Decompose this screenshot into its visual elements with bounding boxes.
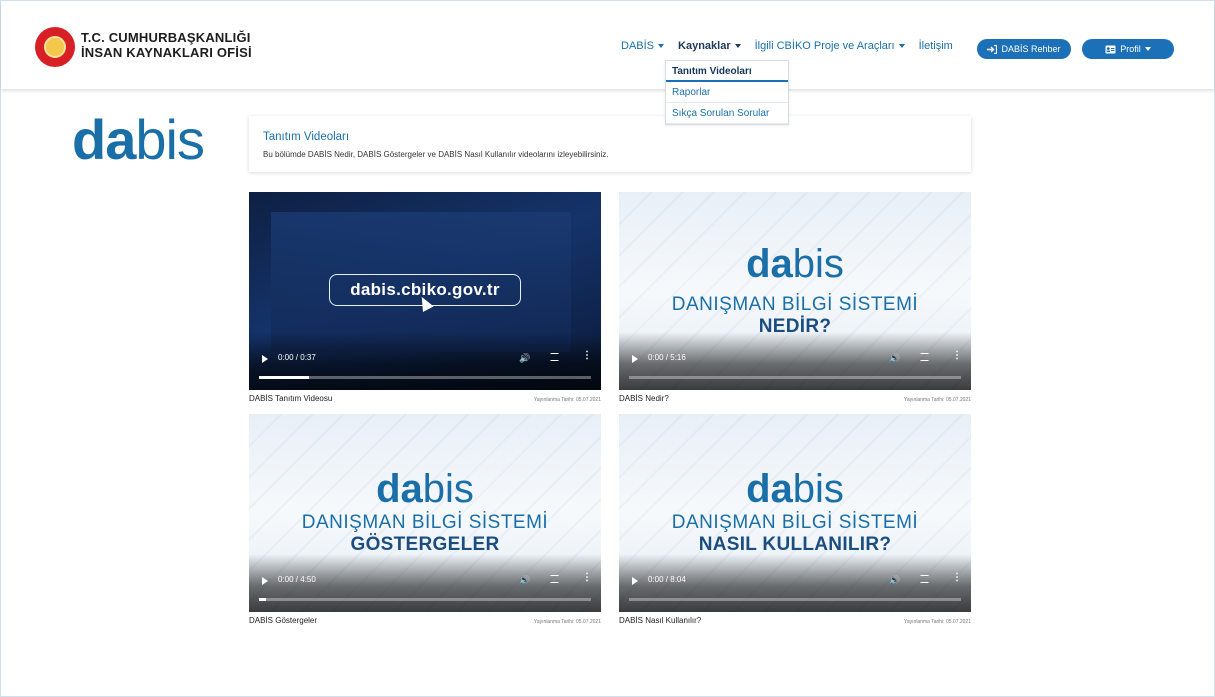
more-options-icon[interactable]: ⋮ (952, 572, 962, 583)
dropdown-item-videos[interactable]: Tanıtım Videoları (666, 61, 788, 82)
video-date: Yayınlanma Tarihi: 05.07.2021 (533, 619, 601, 625)
video-time: 0:00 / 4:50 (278, 575, 316, 584)
section-title: Tanıtım Videoları (263, 131, 350, 143)
video-progress-bar[interactable] (629, 598, 961, 601)
video-time: 0:00 / 0:37 (278, 353, 316, 362)
video-progress-bar[interactable] (259, 376, 591, 379)
volume-icon[interactable]: 🔊 (889, 353, 900, 364)
video-controls: 0:00 / 5:16 🔊 ⋮ (619, 332, 971, 390)
video-controls: 0:00 / 0:37 🔊 ⋮ (249, 332, 601, 390)
video-title: DABİS Göstergeler (249, 616, 318, 625)
brand-part1: da (72, 108, 136, 171)
video-logo-part2: bis (792, 467, 844, 511)
play-icon[interactable] (632, 355, 638, 363)
volume-icon[interactable]: 🔊 (519, 575, 530, 586)
nav-label: İlgili CBİKO Proje ve Araçları (754, 40, 895, 52)
video-player[interactable]: dabis DANIŞMAN BİLGİ SİSTEMİ NEDİR? 0:00… (619, 192, 971, 390)
video-controls: 0:00 / 4:50 🔊 ⋮ (249, 554, 601, 612)
video-date: Yayınlanma Tarihi: 05.07.2021 (903, 619, 971, 625)
video-logo-part1: da (746, 467, 793, 511)
fullscreen-icon[interactable] (550, 353, 559, 361)
video-controls: 0:00 / 8:04 🔊 ⋮ (619, 554, 971, 612)
video-date: Yayınlanma Tarihi: 05.07.2021 (903, 397, 971, 403)
play-icon[interactable] (262, 577, 268, 585)
video-time: 0:00 / 8:04 (648, 575, 686, 584)
volume-icon[interactable]: 🔊 (519, 353, 530, 364)
video-subtitle: DANIŞMAN BİLGİ SİSTEMİ (301, 512, 549, 533)
more-options-icon[interactable]: ⋮ (582, 572, 592, 583)
video-progress-fill (259, 598, 266, 601)
dabis-logo: dabis (72, 112, 205, 168)
video-subtitle-bold: GÖSTERGELER (350, 534, 500, 555)
profile-button[interactable]: Profil (1082, 39, 1174, 59)
nav-label: İletişim (918, 40, 953, 52)
fullscreen-icon[interactable] (920, 353, 929, 361)
video-card-what-is: dabis DANIŞMAN BİLGİ SİSTEMİ NEDİR? 0:00… (619, 192, 971, 403)
nav-label: DABİS (621, 40, 655, 52)
video-player[interactable]: dabis.cbiko.gov.tr 0:00 / 0:37 🔊 ⋮ (249, 192, 601, 390)
video-player[interactable]: dabis DANIŞMAN BİLGİ SİSTEMİ GÖSTERGELER… (249, 414, 601, 612)
video-logo: dabis (619, 244, 971, 284)
info-card: Tanıtım Videoları Bu bölümde DABİS Nedir… (249, 116, 971, 172)
video-subtitle-bold: NASIL KULLANILIR? (698, 534, 892, 555)
dabis-guide-label: DABİS Rehber (1001, 44, 1061, 54)
video-logo-part1: da (376, 467, 423, 511)
dabis-guide-button[interactable]: DABİS Rehber (977, 39, 1071, 59)
org-name-line1: T.C. CUMHURBAŞKANLIĞI (81, 30, 251, 45)
site-header: T.C. CUMHURBAŞKANLIĞI İNSAN KAYNAKLARI O… (1, 1, 1214, 89)
fullscreen-icon[interactable] (920, 575, 929, 583)
sign-in-icon (987, 44, 998, 54)
brand-part2: bis (135, 108, 205, 171)
dropdown-item-faq[interactable]: Sıkça Sorulan Sorular (666, 103, 788, 124)
nav-item-kaynaklar[interactable]: Kaynaklar (678, 40, 741, 52)
caret-down-icon (734, 44, 741, 48)
nav-item-projects[interactable]: İlgili CBİKO Proje ve Araçları (755, 40, 905, 52)
caret-down-icon (898, 44, 905, 48)
video-card-indicators: dabis DANIŞMAN BİLGİ SİSTEMİ GÖSTERGELER… (249, 414, 601, 625)
id-card-icon (1105, 45, 1116, 53)
main-nav: DABİS Kaynaklar İlgili CBİKO Proje ve Ar… (621, 40, 953, 52)
video-player[interactable]: dabis DANIŞMAN BİLGİ SİSTEMİ NASIL KULLA… (619, 414, 971, 612)
section-description: Bu bölümde DABİS Nedir, DABİS Göstergele… (263, 150, 609, 159)
video-progress-bar[interactable] (259, 598, 591, 601)
video-logo: dabis (619, 469, 971, 509)
video-subtitle: DANIŞMAN BİLGİ SİSTEMİ (671, 294, 919, 315)
video-time: 0:00 / 5:16 (648, 353, 686, 362)
video-logo-part2: bis (422, 467, 474, 511)
caret-down-icon (1144, 47, 1151, 51)
org-name[interactable]: T.C. CUMHURBAŞKANLIĞI İNSAN KAYNAKLARI O… (81, 30, 252, 60)
video-title: DABİS Tanıtım Videosu (249, 394, 333, 403)
org-name-line2: İNSAN KAYNAKLARI OFİSİ (81, 45, 252, 60)
video-card-intro: dabis.cbiko.gov.tr 0:00 / 0:37 🔊 ⋮ DABİS… (249, 192, 601, 403)
nav-item-contact[interactable]: İletişim (919, 40, 953, 52)
fullscreen-icon[interactable] (550, 575, 559, 583)
video-logo-part1: da (746, 242, 793, 286)
more-options-icon[interactable]: ⋮ (952, 350, 962, 361)
presidency-emblem-icon[interactable] (35, 27, 75, 67)
profile-label: Profil (1120, 44, 1141, 54)
video-progress-bar[interactable] (629, 376, 961, 379)
kaynaklar-dropdown: Tanıtım Videoları Raporlar Sıkça Sorulan… (665, 60, 789, 125)
nav-label: Kaynaklar (678, 40, 731, 52)
nav-item-dabis[interactable]: DABİS (621, 40, 665, 52)
play-icon[interactable] (262, 355, 268, 363)
video-card-how-to-use: dabis DANIŞMAN BİLGİ SİSTEMİ NASIL KULLA… (619, 414, 971, 625)
page-frame (0, 0, 1215, 697)
volume-icon[interactable]: 🔊 (889, 575, 900, 586)
dropdown-item-reports[interactable]: Raporlar (666, 82, 788, 103)
video-progress-fill (259, 376, 309, 379)
play-icon[interactable] (632, 577, 638, 585)
more-options-icon[interactable]: ⋮ (582, 350, 592, 361)
video-title: DABİS Nasıl Kullanılır? (619, 616, 702, 625)
video-logo: dabis (249, 469, 601, 509)
caret-down-icon (658, 44, 665, 48)
video-title: DABİS Nedir? (619, 394, 669, 403)
video-date: Yayınlanma Tarihi: 05.07.2021 (533, 397, 601, 403)
video-subtitle: DANIŞMAN BİLGİ SİSTEMİ (671, 512, 919, 533)
video-logo-part2: bis (792, 242, 844, 286)
